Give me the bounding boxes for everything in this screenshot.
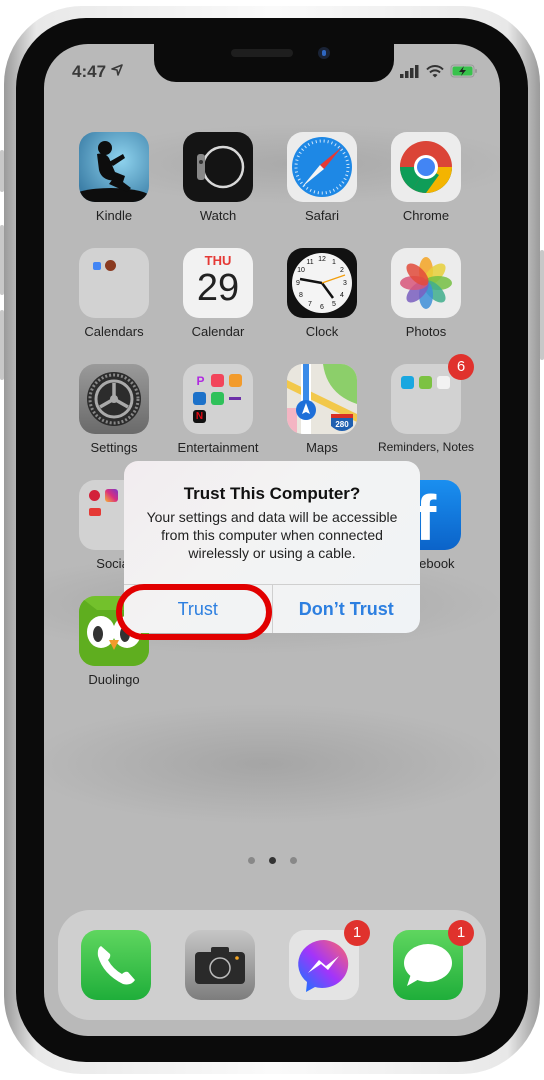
app-label: Safari (305, 208, 339, 223)
clock-icon: 12 1 2 3 4 5 6 7 8 9 10 11 (287, 248, 357, 318)
calendar-date: 29 (196, 267, 240, 309)
alert-title: Trust This Computer? (183, 484, 361, 503)
svg-text:9: 9 (296, 280, 300, 287)
folder-calendars[interactable]: Calendars (62, 248, 166, 339)
camera-icon (185, 930, 255, 1000)
app-safari[interactable]: Safari (270, 132, 374, 223)
kindle-icon (79, 132, 149, 202)
page-indicator[interactable] (44, 857, 500, 864)
app-settings[interactable]: Settings (62, 364, 166, 455)
safari-icon (287, 132, 357, 202)
svg-text:1: 1 (332, 259, 336, 266)
app-photos[interactable]: Photos (374, 248, 478, 339)
page-dot[interactable] (247, 857, 255, 864)
status-icons (400, 64, 478, 78)
app-maps[interactable]: 280 Maps (270, 364, 374, 455)
app-label: Clock (305, 324, 339, 339)
dock-messenger[interactable]: 1 (272, 920, 376, 1000)
folder-entertainment[interactable]: P N Entertainment (166, 364, 270, 455)
app-watch[interactable]: Watch (166, 132, 270, 223)
app-label: Calendars (84, 324, 144, 339)
svg-text:12: 12 (318, 256, 326, 263)
dock-camera[interactable] (168, 930, 272, 1000)
app-clock[interactable]: 12 1 2 3 4 5 6 7 8 9 10 11 Clock (270, 248, 374, 339)
chrome-icon (391, 132, 461, 202)
app-label: Photos (405, 324, 447, 339)
svg-text:7: 7 (308, 301, 312, 308)
app-label: Chrome (402, 208, 450, 223)
earpiece-speaker (231, 49, 293, 57)
app-label: Settings (90, 440, 138, 455)
page-dot-active[interactable] (268, 857, 276, 864)
photos-icon (391, 248, 461, 318)
trust-highlight-ring (116, 584, 272, 640)
notification-badge: 1 (448, 920, 474, 946)
svg-text:11: 11 (306, 259, 313, 266)
app-label: Watch (199, 208, 237, 223)
app-label: Kindle (95, 208, 133, 223)
app-label: Reminders, Notes (377, 440, 475, 454)
wifi-icon (426, 64, 444, 77)
app-label: Duolingo (88, 672, 140, 687)
app-label: Entertainment (177, 440, 259, 455)
folder-icon (79, 248, 149, 318)
svg-text:8: 8 (299, 292, 303, 299)
power-button (540, 250, 544, 360)
home-screen: 4:47 Kindle Watch Safari Chrome Calendar… (44, 44, 500, 1036)
page-dot[interactable] (289, 857, 297, 864)
svg-text:5: 5 (332, 301, 336, 308)
app-label: Calendar (191, 324, 245, 339)
app-calendar[interactable]: THU 29 Calendar (166, 248, 270, 339)
svg-text:4: 4 (340, 292, 344, 299)
cellular-signal-icon (400, 64, 419, 78)
svg-text:6: 6 (320, 304, 324, 311)
dock: 1 1 (58, 910, 486, 1020)
notification-badge: 1 (344, 920, 370, 946)
folder-reminders-notes[interactable]: 6 Reminders, Notes (374, 354, 478, 454)
alert-message: Your settings and data will be accessibl… (146, 509, 398, 561)
app-kindle[interactable]: Kindle (62, 132, 166, 223)
folder-icon: P N (183, 364, 253, 434)
battery-charging-icon (450, 64, 477, 78)
svg-text:10: 10 (297, 267, 305, 274)
status-time: 4:47 (72, 62, 123, 82)
side-button-left (0, 150, 4, 192)
volume-up-button (0, 225, 4, 295)
notification-badge: 6 (448, 354, 474, 380)
phone-icon (81, 930, 151, 1000)
calendar-day: THU (204, 253, 232, 268)
svg-text:2: 2 (340, 267, 344, 274)
settings-icon (79, 364, 149, 434)
front-camera (318, 47, 330, 59)
app-chrome[interactable]: Chrome (374, 132, 478, 223)
route-shield: 280 (335, 420, 349, 429)
dock-phone[interactable] (64, 930, 168, 1000)
app-label: Maps (306, 440, 338, 455)
dock-messages[interactable]: 1 (376, 920, 480, 1000)
dont-trust-button[interactable]: Don’t Trust (271, 585, 421, 633)
watch-icon (183, 132, 253, 202)
location-arrow-icon (110, 64, 123, 76)
maps-icon: 280 (287, 364, 357, 434)
volume-down-button (0, 310, 4, 380)
svg-text:3: 3 (343, 280, 347, 287)
calendar-icon: THU 29 (183, 248, 253, 318)
